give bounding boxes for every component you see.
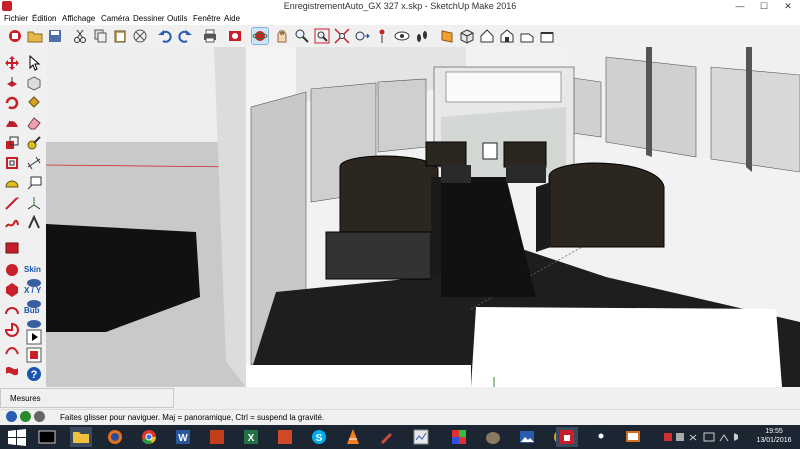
push-pull-icon[interactable]: [4, 75, 20, 91]
taskmgr-icon[interactable]: [410, 427, 432, 447]
cut-icon[interactable]: [72, 28, 88, 44]
rotate-icon[interactable]: [4, 95, 20, 111]
window-title: EnregistrementAuto_GX 327 x.skp - Sketch…: [283, 1, 517, 11]
arc-icon[interactable]: [4, 302, 20, 318]
pie-icon[interactable]: [4, 322, 20, 338]
dimension-icon[interactable]: [26, 155, 42, 171]
paint-bucket-icon[interactable]: [26, 95, 42, 111]
model-info-icon[interactable]: [227, 28, 243, 44]
menu-fichier[interactable]: Fichier: [4, 13, 28, 25]
pan-icon[interactable]: [274, 28, 290, 44]
print-icon[interactable]: [202, 28, 218, 44]
line-icon[interactable]: [4, 195, 20, 211]
protractor-icon[interactable]: [4, 175, 20, 191]
tape-measure-icon[interactable]: [26, 135, 42, 151]
menu-outils[interactable]: Outils: [167, 13, 187, 25]
minimize-button[interactable]: —: [728, 0, 752, 12]
sketchup-icon[interactable]: [556, 427, 578, 447]
task-view-icon[interactable]: [36, 427, 58, 447]
polygon-icon[interactable]: [4, 282, 20, 298]
play-icon[interactable]: [26, 329, 42, 345]
getting-started-icon[interactable]: [7, 28, 23, 44]
menu-affichage[interactable]: Affichage: [62, 13, 95, 25]
iso-view-icon[interactable]: [459, 28, 475, 44]
text-icon[interactable]: [26, 175, 42, 191]
svg-text:?: ?: [31, 369, 38, 381]
clock-date[interactable]: 13/01/2016: [752, 437, 796, 444]
start-icon[interactable]: [6, 427, 28, 447]
paint-icon[interactable]: [376, 427, 398, 447]
user-icon[interactable]: [34, 411, 45, 422]
excel-icon[interactable]: X: [240, 427, 262, 447]
3d-text-icon[interactable]: [26, 215, 42, 231]
offset-icon[interactable]: [4, 155, 20, 171]
stop-icon[interactable]: [26, 347, 42, 363]
section-plane-icon[interactable]: [439, 28, 455, 44]
system-tray[interactable]: [660, 427, 750, 447]
powerpoint-icon[interactable]: [206, 427, 228, 447]
erase-icon[interactable]: [132, 28, 148, 44]
menu-aide[interactable]: Aide: [224, 13, 240, 25]
firefox-icon[interactable]: [104, 427, 126, 447]
paste-icon[interactable]: [112, 28, 128, 44]
menu-edition[interactable]: Édition: [32, 13, 56, 25]
previous-view-icon[interactable]: [354, 28, 370, 44]
freehand-icon[interactable]: [4, 215, 20, 231]
skype-icon[interactable]: S: [308, 427, 330, 447]
steam-icon[interactable]: [588, 427, 610, 447]
palette-icon[interactable]: [448, 427, 470, 447]
top-view-icon[interactable]: [479, 28, 495, 44]
rectangle-icon[interactable]: [4, 240, 20, 256]
back-view-icon[interactable]: [539, 28, 555, 44]
chrome-icon[interactable]: [138, 427, 160, 447]
close-button[interactable]: ✕: [776, 0, 800, 12]
help-icon[interactable]: ?: [26, 366, 42, 382]
zoom-window-icon[interactable]: [314, 28, 330, 44]
orbit-icon[interactable]: [251, 27, 269, 45]
follow-me-icon[interactable]: [4, 115, 20, 131]
credits-icon[interactable]: [20, 411, 31, 422]
photos-icon[interactable]: [516, 427, 538, 447]
menu-fenetre[interactable]: Fenêtre: [193, 13, 221, 25]
open-icon[interactable]: [27, 28, 43, 44]
vlc-icon[interactable]: [342, 427, 364, 447]
geo-location-icon[interactable]: [6, 411, 17, 422]
access-icon[interactable]: [274, 427, 296, 447]
position-camera-icon[interactable]: [374, 28, 390, 44]
save-icon[interactable]: [47, 28, 63, 44]
menu-camera[interactable]: Caméra: [101, 13, 129, 25]
soap-bubble-icon[interactable]: [4, 362, 20, 378]
remote-icon[interactable]: [622, 427, 644, 447]
circle-icon[interactable]: [4, 262, 20, 278]
walk-icon[interactable]: [414, 28, 430, 44]
svg-text:S: S: [316, 433, 323, 444]
select-icon[interactable]: [26, 55, 42, 71]
look-around-icon[interactable]: [394, 28, 410, 44]
copy-icon[interactable]: [92, 28, 108, 44]
svg-text:W: W: [178, 433, 188, 444]
status-text: Faites glisser pour naviguer. Maj = pano…: [60, 413, 325, 422]
right-view-icon[interactable]: [519, 28, 535, 44]
sandbox-icon[interactable]: [4, 342, 20, 358]
svg-text:X: X: [248, 433, 255, 444]
maximize-button[interactable]: ☐: [752, 0, 776, 12]
scale-icon[interactable]: [4, 135, 20, 151]
undo-icon[interactable]: [157, 28, 173, 44]
word-icon[interactable]: W: [172, 427, 194, 447]
gimp-icon[interactable]: [482, 427, 504, 447]
front-view-icon[interactable]: [499, 28, 515, 44]
file-explorer-icon[interactable]: [70, 427, 92, 447]
eraser-icon[interactable]: [26, 115, 42, 131]
clock-time[interactable]: 19:55: [752, 428, 796, 435]
make-component-icon[interactable]: [26, 75, 42, 91]
axes-icon[interactable]: [26, 195, 42, 211]
zoom-extents-icon[interactable]: [334, 28, 350, 44]
move-icon[interactable]: [4, 55, 20, 71]
menu-dessiner[interactable]: Dessiner: [133, 13, 165, 25]
3d-viewport[interactable]: [46, 47, 800, 387]
zoom-icon[interactable]: [294, 28, 310, 44]
measures-label: Mesures: [10, 394, 41, 403]
redo-icon[interactable]: [177, 28, 193, 44]
